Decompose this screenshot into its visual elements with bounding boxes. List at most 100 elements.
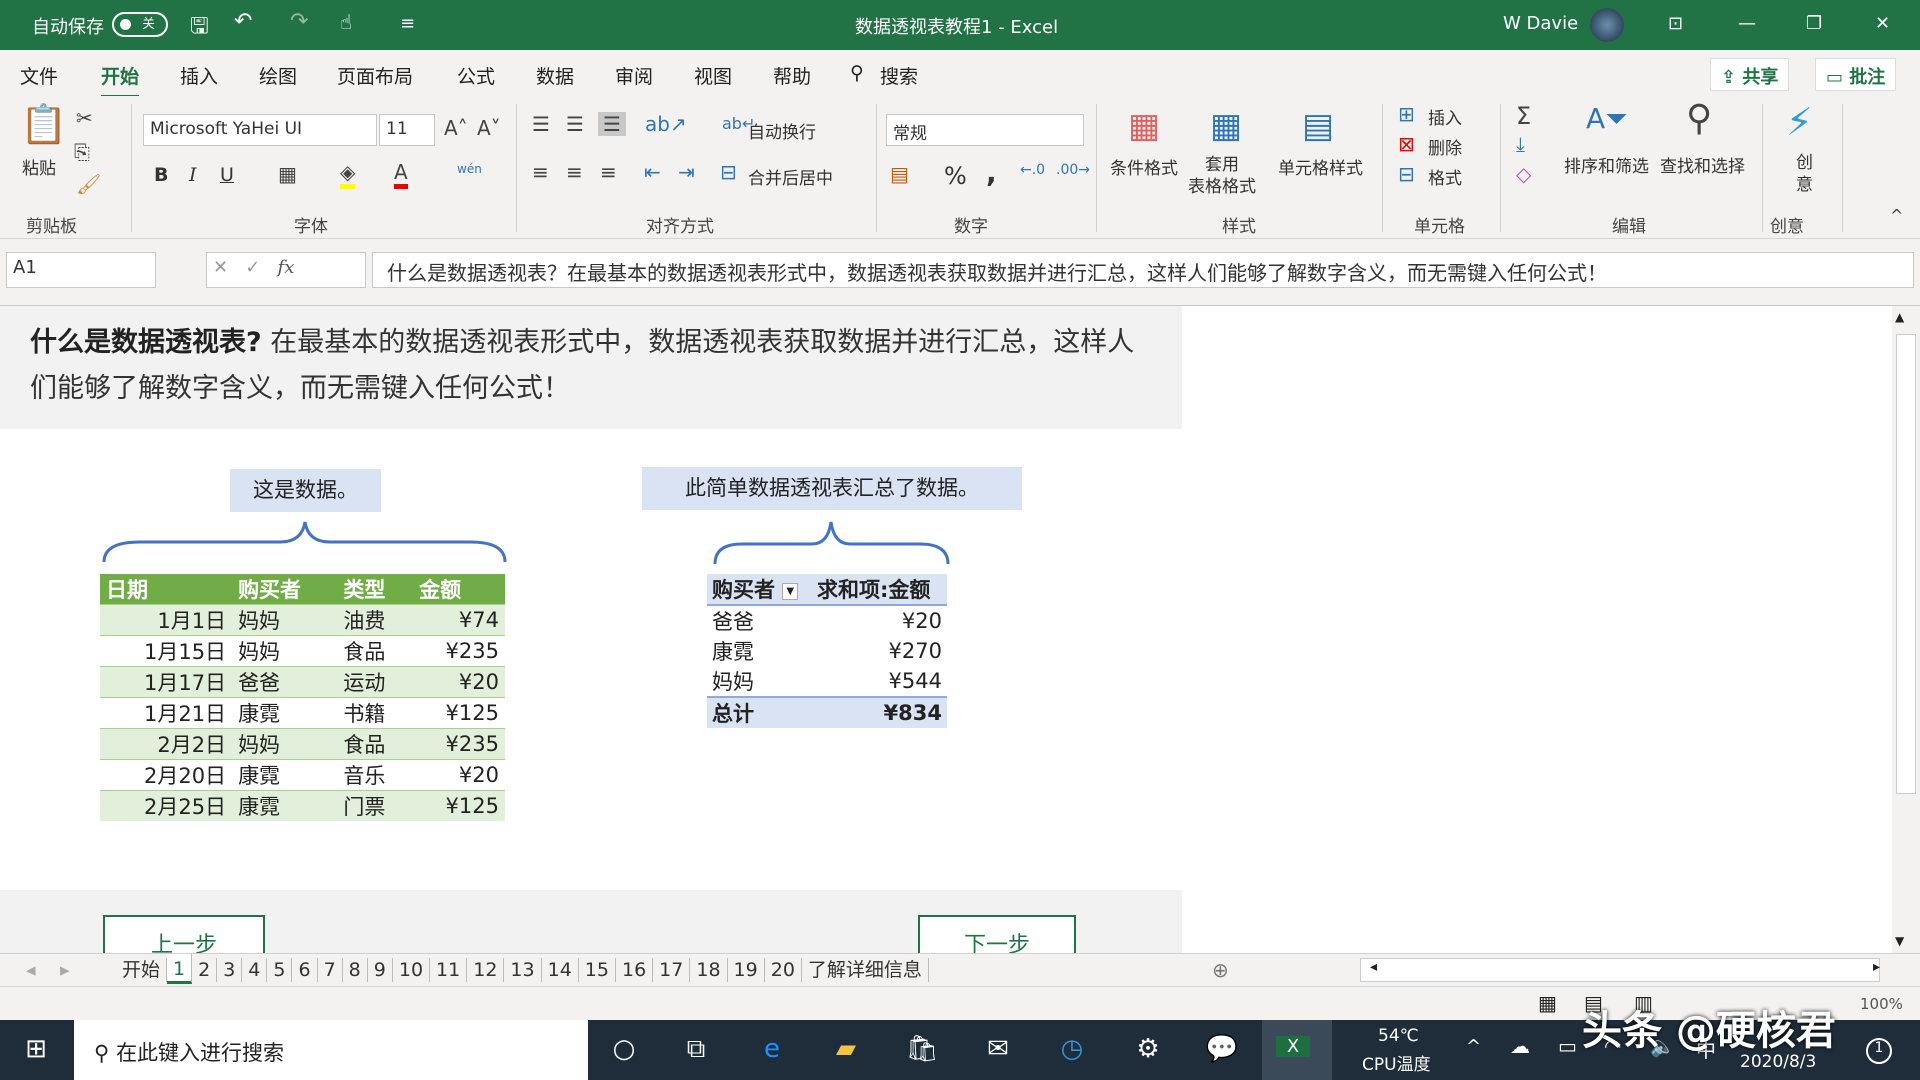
buyer-cell[interactable]: 康霓: [232, 698, 337, 729]
format-painter-icon[interactable]: 🖌: [76, 172, 101, 196]
align-center-icon[interactable]: ≡: [566, 160, 583, 184]
scroll-right-icon[interactable]: ▸: [1873, 959, 1880, 975]
type-cell[interactable]: 食品: [337, 636, 413, 667]
tab-page-layout[interactable]: 页面布局: [337, 62, 413, 89]
onedrive-icon[interactable]: ☁: [1510, 1034, 1530, 1058]
sheet-tab[interactable]: 11: [430, 958, 467, 982]
zoom-level[interactable]: 100%: [1860, 995, 1903, 1013]
pivot-label-cell[interactable]: 爸爸: [707, 605, 812, 636]
amount-cell[interactable]: ¥235: [413, 636, 505, 667]
tab-view[interactable]: 视图: [694, 62, 732, 89]
next-button[interactable]: 下一步: [918, 915, 1076, 953]
tab-draw[interactable]: 绘图: [259, 62, 297, 89]
type-cell[interactable]: 门票: [337, 791, 413, 822]
touch-mode-icon[interactable]: ☝: [340, 10, 352, 34]
sheet-tab[interactable]: 13: [504, 958, 541, 982]
type-cell[interactable]: 音乐: [337, 760, 413, 791]
tab-insert[interactable]: 插入: [180, 62, 218, 89]
enter-icon[interactable]: ✓: [245, 257, 260, 278]
scroll-up-icon[interactable]: ▲: [1895, 310, 1904, 324]
increase-indent-icon[interactable]: ⇥: [678, 160, 695, 184]
column-header[interactable]: 类型: [337, 574, 413, 605]
fill-icon[interactable]: ⤓: [1516, 132, 1525, 156]
increase-decimal-icon[interactable]: ←.0: [1020, 162, 1045, 178]
normal-view-icon[interactable]: ▦: [1538, 991, 1557, 1015]
insert-cells-button[interactable]: 插入: [1428, 104, 1462, 129]
show-hidden-icons[interactable]: ^: [1466, 1036, 1481, 1057]
total-label[interactable]: 总计: [707, 697, 812, 728]
increase-font-icon[interactable]: A˄: [444, 116, 468, 140]
sheet-tab[interactable]: 14: [542, 958, 579, 982]
clear-icon[interactable]: ◇: [1516, 162, 1531, 186]
cancel-icon[interactable]: ✕: [213, 257, 228, 278]
date-cell[interactable]: 1月21日: [100, 698, 232, 729]
merge-center-button[interactable]: 合并后居中: [748, 164, 833, 189]
sort-filter-icon[interactable]: A⏷: [1586, 102, 1628, 136]
number-format-select[interactable]: 常规: [886, 114, 1084, 146]
date-cell[interactable]: 1月15日: [100, 636, 232, 667]
prev-sheet-icon[interactable]: ◂: [26, 959, 36, 981]
decrease-indent-icon[interactable]: ⇤: [644, 160, 661, 184]
delete-cells-icon[interactable]: ⊠: [1398, 132, 1415, 156]
sheet-tab[interactable]: 2: [192, 958, 217, 982]
align-left-icon[interactable]: ≡: [532, 160, 549, 184]
wrap-text-button[interactable]: 自动换行: [748, 118, 816, 143]
comments-button[interactable]: ▭ 批注: [1815, 58, 1896, 91]
pivot-label-cell[interactable]: 妈妈: [707, 666, 812, 697]
align-top-icon[interactable]: ☰: [532, 112, 550, 136]
sheet-tab[interactable]: 3: [217, 958, 242, 982]
find-select-icon[interactable]: ⚲: [1686, 98, 1712, 139]
buyer-cell[interactable]: 妈妈: [232, 729, 337, 760]
store-icon[interactable]: 🛍: [902, 1034, 942, 1064]
ideas-icon[interactable]: ⚡: [1786, 100, 1813, 144]
tab-search[interactable]: 搜索: [880, 62, 918, 89]
sheet-tab[interactable]: 5: [267, 958, 292, 982]
sheet-tab[interactable]: 15: [579, 958, 616, 982]
sheet-tab[interactable]: 开始: [116, 958, 167, 982]
align-bottom-icon[interactable]: ☰: [598, 112, 626, 136]
autosave-toggle[interactable]: 关: [112, 12, 168, 37]
sheet-tab[interactable]: 19: [728, 958, 765, 982]
sheet-tab[interactable]: 12: [467, 958, 504, 982]
italic-button[interactable]: I: [189, 164, 197, 186]
conditional-format-button[interactable]: 条件格式: [1110, 154, 1178, 179]
pivot-value-cell[interactable]: ¥544: [812, 666, 947, 697]
scroll-down-icon[interactable]: ▼: [1895, 934, 1904, 948]
wechat-icon[interactable]: 💬: [1202, 1034, 1242, 1064]
autosum-icon[interactable]: Σ: [1516, 102, 1531, 130]
borders-icon[interactable]: ▦: [278, 162, 297, 186]
bold-button[interactable]: B: [154, 164, 168, 186]
edge-icon[interactable]: e: [752, 1034, 792, 1064]
sort-filter-button[interactable]: 排序和筛选: [1564, 152, 1649, 177]
tab-home[interactable]: 开始: [101, 62, 139, 89]
tab-review[interactable]: 审阅: [615, 62, 653, 89]
file-explorer-icon[interactable]: ▰: [826, 1034, 866, 1064]
cut-icon[interactable]: ✂: [76, 106, 93, 130]
column-header[interactable]: 日期: [100, 574, 232, 605]
date-cell[interactable]: 2月2日: [100, 729, 232, 760]
buyer-cell[interactable]: 妈妈: [232, 636, 337, 667]
pivot-value-cell[interactable]: ¥20: [812, 605, 947, 636]
type-cell[interactable]: 食品: [337, 729, 413, 760]
previous-button[interactable]: 上一步: [103, 915, 265, 953]
align-middle-icon[interactable]: ☰: [566, 112, 584, 136]
accounting-format-icon[interactable]: ▤: [890, 162, 909, 186]
underline-button[interactable]: U: [220, 164, 234, 186]
delete-cells-button[interactable]: 删除: [1428, 134, 1462, 159]
paste-button[interactable]: 粘贴: [22, 154, 56, 179]
sheet-tab[interactable]: 4: [242, 958, 267, 982]
buyer-cell[interactable]: 康霓: [232, 791, 337, 822]
user-name[interactable]: W Davie: [1503, 13, 1578, 34]
avatar[interactable]: [1590, 8, 1624, 42]
excel-taskbar-button[interactable]: X: [1262, 1020, 1332, 1080]
sheet-tab[interactable]: 6: [292, 958, 317, 982]
task-view-icon[interactable]: ⧉: [676, 1034, 716, 1065]
percent-button[interactable]: %: [944, 162, 967, 190]
tab-formulas[interactable]: 公式: [457, 62, 495, 89]
date-cell[interactable]: 1月1日: [100, 605, 232, 636]
name-box[interactable]: A1: [6, 252, 156, 288]
paste-icon[interactable]: 📋: [20, 102, 67, 147]
sheet-tab[interactable]: 8: [343, 958, 368, 982]
comma-button[interactable]: ,: [986, 156, 997, 189]
tab-file[interactable]: 文件: [20, 62, 58, 89]
